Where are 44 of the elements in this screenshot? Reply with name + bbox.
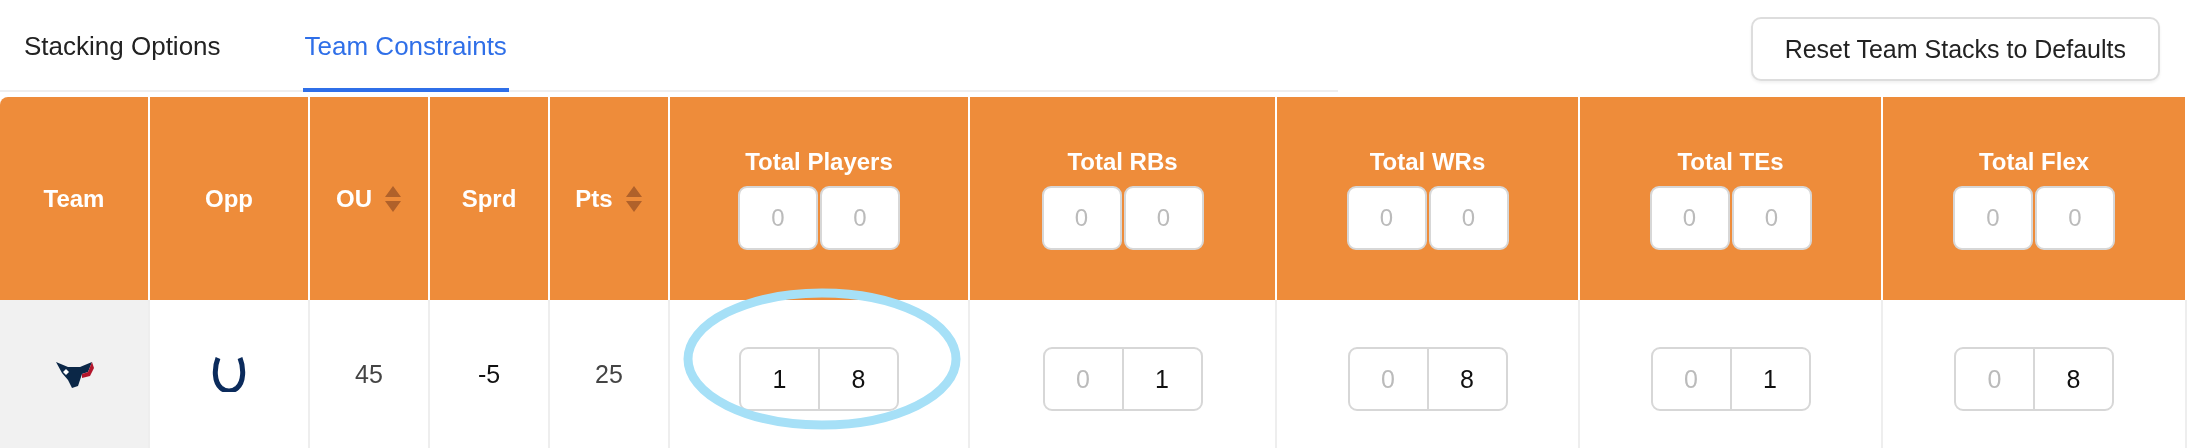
max-input[interactable]: 1 bbox=[1731, 349, 1809, 409]
max-input[interactable]: 8 bbox=[1428, 349, 1506, 409]
range-field[interactable]: 0 1 bbox=[1042, 347, 1203, 411]
max-input[interactable]: 0 bbox=[1428, 185, 1509, 250]
horseshoe-icon bbox=[212, 356, 246, 392]
range-field[interactable]: 0 8 bbox=[1347, 347, 1508, 411]
min-input[interactable]: 0 bbox=[1953, 185, 2033, 250]
min-input[interactable]: 0 bbox=[1652, 349, 1732, 409]
reset-button[interactable]: Reset Team Stacks to Defaults bbox=[1750, 17, 2160, 81]
column-title: Total Flex bbox=[1978, 147, 2090, 176]
max-input[interactable]: 0 bbox=[1731, 185, 1812, 250]
max-input[interactable]: 0 bbox=[1123, 185, 1204, 250]
tab[interactable]: Team Constraints bbox=[302, 0, 509, 92]
table-cell: 45 bbox=[355, 359, 383, 389]
min-input[interactable]: 0 bbox=[1044, 349, 1124, 409]
max-input[interactable]: 0 bbox=[2035, 185, 2115, 250]
min-input[interactable]: 0 bbox=[1649, 185, 1730, 250]
column-title: Sprd bbox=[461, 184, 517, 213]
column-title: Team bbox=[43, 184, 105, 213]
sort-icon[interactable] bbox=[624, 184, 643, 213]
tab[interactable]: Stacking Options bbox=[22, 0, 223, 92]
table-cell: -5 bbox=[477, 359, 501, 389]
range-field[interactable]: 1 8 bbox=[739, 347, 899, 411]
column-title: OU bbox=[336, 184, 372, 213]
column-title: Total TEs bbox=[1677, 147, 1784, 176]
range-field[interactable]: 0 1 bbox=[1650, 347, 1811, 411]
table-cell: 25 bbox=[595, 359, 623, 389]
sort-icon[interactable] bbox=[384, 184, 402, 213]
column-title: Opp bbox=[205, 184, 253, 213]
column-title: Total RBs bbox=[1067, 147, 1178, 176]
min-input[interactable]: 0 bbox=[738, 185, 818, 250]
column-title: Total WRs bbox=[1369, 147, 1486, 176]
min-input[interactable]: 0 bbox=[1956, 349, 2035, 409]
column-title: Total Players bbox=[745, 147, 893, 176]
max-input[interactable]: 0 bbox=[820, 185, 900, 250]
min-input[interactable]: 0 bbox=[1349, 349, 1429, 409]
min-input[interactable]: 0 bbox=[1346, 185, 1427, 250]
max-input[interactable]: 8 bbox=[820, 349, 897, 409]
column-title: Pts bbox=[575, 184, 613, 213]
min-input[interactable]: 1 bbox=[741, 349, 820, 409]
max-input[interactable]: 1 bbox=[1123, 349, 1201, 409]
max-input[interactable]: 8 bbox=[2035, 349, 2112, 409]
range-field[interactable]: 0 8 bbox=[1954, 347, 2114, 411]
min-input[interactable]: 0 bbox=[1041, 185, 1122, 250]
